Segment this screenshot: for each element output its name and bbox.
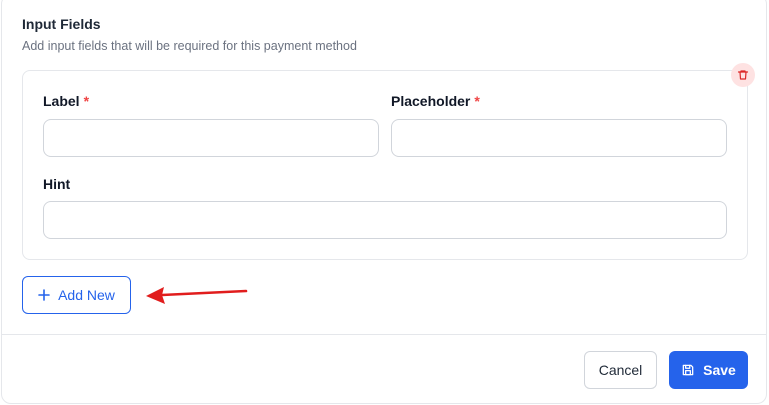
- plus-icon: [38, 289, 50, 301]
- add-new-label: Add New: [58, 287, 115, 303]
- placeholder-input[interactable]: [391, 119, 727, 157]
- label-input[interactable]: [43, 119, 379, 157]
- delete-field-button[interactable]: [731, 63, 755, 87]
- label-field-label-text: Label: [43, 93, 80, 109]
- section-title: Input Fields: [22, 16, 101, 32]
- save-label: Save: [703, 362, 736, 378]
- label-field-label: Label *: [43, 93, 89, 109]
- footer-divider: [1, 334, 767, 335]
- placeholder-field-label-text: Placeholder: [391, 93, 471, 109]
- hint-input[interactable]: [43, 201, 727, 239]
- placeholder-field-label: Placeholder *: [391, 93, 480, 109]
- floppy-disk-icon: [682, 364, 694, 376]
- trash-icon: [737, 70, 749, 80]
- cancel-button[interactable]: Cancel: [584, 351, 657, 389]
- hint-field-label: Hint: [43, 176, 70, 192]
- required-mark: *: [83, 93, 90, 109]
- required-mark: *: [474, 93, 480, 109]
- save-button[interactable]: Save: [669, 351, 748, 389]
- annotation-arrow-icon: [146, 287, 248, 304]
- add-new-button[interactable]: Add New: [22, 276, 131, 314]
- section-description: Add input fields that will be required f…: [22, 39, 357, 53]
- hint-field-label-text: Hint: [43, 176, 71, 192]
- cancel-label: Cancel: [598, 362, 643, 378]
